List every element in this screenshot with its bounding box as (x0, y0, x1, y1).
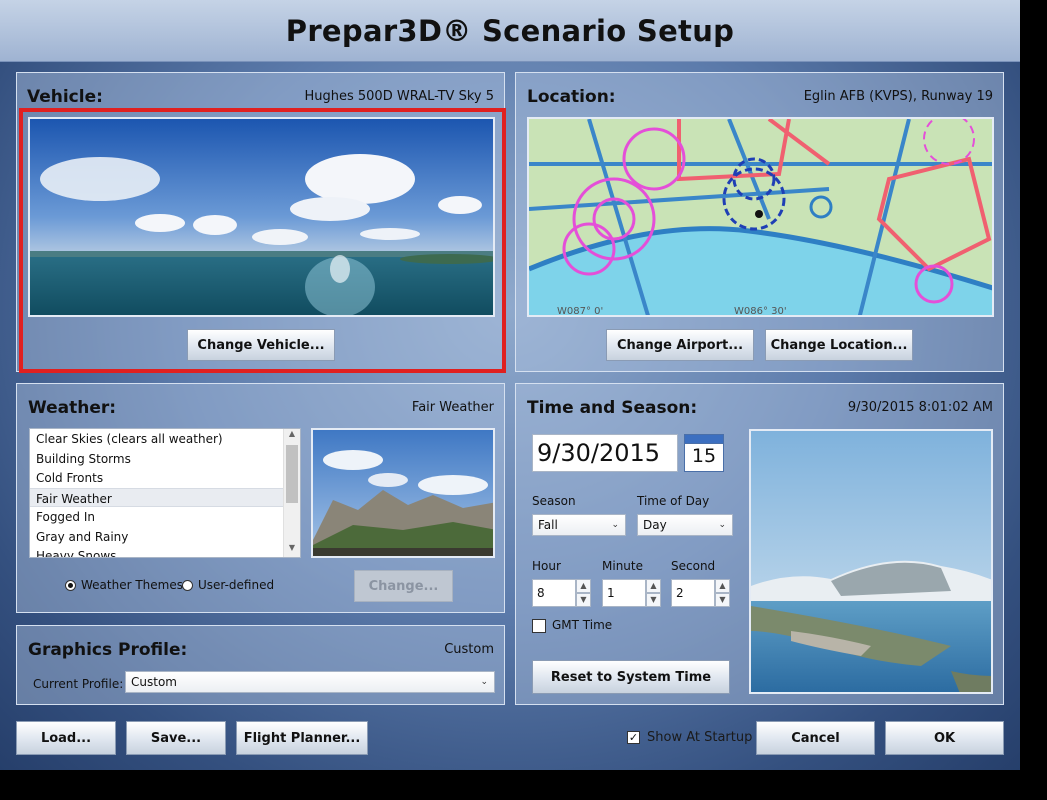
scroll-down-icon[interactable]: ▼ (284, 543, 300, 557)
date-input[interactable]: 9/30/2015 (532, 434, 678, 472)
list-item-selected[interactable]: Fair Weather (30, 487, 284, 507)
minute-down-icon[interactable]: ▼ (646, 593, 661, 607)
list-item[interactable]: Fogged In (30, 507, 284, 527)
weather-heading: Weather: (28, 398, 117, 418)
location-value: Eglin AFB (KVPS), Runway 19 (803, 89, 993, 104)
list-item[interactable]: Heavy Snows (30, 546, 284, 557)
user-defined-radio[interactable] (182, 580, 193, 591)
list-item[interactable]: Clear Skies (clears all weather) (30, 429, 284, 449)
flight-planner-button[interactable]: Flight Planner... (236, 721, 368, 755)
user-defined-label: User-defined (198, 578, 275, 592)
weather-theme-list[interactable]: Clear Skies (clears all weather) Buildin… (29, 428, 301, 558)
weather-value: Fair Weather (411, 400, 494, 415)
second-label: Second (671, 559, 716, 573)
map-label-w086: W086° 30' (734, 306, 787, 317)
season-select[interactable]: Fall ⌄ (532, 514, 626, 536)
scroll-thumb[interactable] (286, 445, 298, 503)
time-of-day-value: Day (643, 518, 667, 532)
change-vehicle-button[interactable]: Change Vehicle... (187, 329, 335, 361)
second-up-icon[interactable]: ▲ (715, 579, 730, 593)
time-of-day-select[interactable]: Day ⌄ (637, 514, 733, 536)
current-profile-select[interactable]: Custom ⌄ (125, 671, 495, 693)
chevron-down-icon: ⌄ (480, 677, 488, 687)
show-at-startup-checkbox[interactable]: ✓ (627, 731, 640, 744)
change-location-button[interactable]: Change Location... (765, 329, 913, 361)
hour-down-icon[interactable]: ▼ (576, 593, 591, 607)
minute-input[interactable]: 1 (602, 579, 646, 607)
season-value: Fall (538, 518, 558, 532)
location-heading: Location: (527, 87, 616, 107)
weather-themes-radio[interactable] (65, 580, 76, 591)
cancel-button[interactable]: Cancel (756, 721, 875, 755)
window-title: Prepar3D® Scenario Setup (285, 14, 735, 48)
weather-preview-image (311, 428, 495, 558)
time-season-panel: Time and Season: 9/30/2015 8:01:02 AM 9/… (515, 383, 1004, 705)
calendar-icon[interactable]: 15 (684, 434, 724, 472)
change-weather-button[interactable]: Change... (354, 570, 453, 602)
load-button[interactable]: Load... (16, 721, 116, 755)
time-heading: Time and Season: (527, 398, 698, 418)
vehicle-panel: Vehicle: Hughes 500D WRAL-TV Sky 5 Chang… (16, 72, 506, 373)
gmt-label: GMT Time (552, 618, 613, 632)
second-input[interactable]: 2 (671, 579, 715, 607)
ok-button[interactable]: OK (885, 721, 1004, 755)
minute-label: Minute (602, 559, 643, 573)
graphics-value: Custom (444, 642, 494, 657)
hour-input[interactable]: 8 (532, 579, 576, 607)
scroll-up-icon[interactable]: ▲ (284, 429, 300, 443)
season-label: Season (532, 494, 576, 508)
time-value: 9/30/2015 8:01:02 AM (847, 400, 993, 415)
save-button[interactable]: Save... (126, 721, 226, 755)
chevron-down-icon: ⌄ (611, 520, 619, 530)
hour-up-icon[interactable]: ▲ (576, 579, 591, 593)
list-item[interactable]: Gray and Rainy (30, 527, 284, 547)
time-of-day-label: Time of Day (637, 494, 710, 508)
gmt-checkbox[interactable] (532, 619, 546, 633)
location-map[interactable]: W087° 0' W086° 30' (527, 117, 994, 317)
minute-up-icon[interactable]: ▲ (646, 579, 661, 593)
show-at-startup-label: Show At Startup (647, 730, 753, 745)
list-scrollbar[interactable]: ▲ ▼ (283, 429, 300, 557)
calendar-day: 15 (691, 445, 717, 467)
second-down-icon[interactable]: ▼ (715, 593, 730, 607)
list-item[interactable]: Cold Fronts (30, 468, 284, 488)
chevron-down-icon: ⌄ (718, 520, 726, 530)
hour-label: Hour (532, 559, 561, 573)
weather-themes-label: Weather Themes (81, 578, 183, 592)
vehicle-value: Hughes 500D WRAL-TV Sky 5 (304, 89, 494, 104)
current-profile-label: Current Profile: (33, 677, 124, 691)
map-label-w087: W087° 0' (557, 306, 603, 317)
reset-system-time-button[interactable]: Reset to System Time (532, 660, 730, 694)
title-bar: Prepar3D® Scenario Setup (0, 0, 1020, 62)
location-panel: Location: Eglin AFB (KVPS), Runway 19 W0… (515, 72, 1004, 372)
change-airport-button[interactable]: Change Airport... (606, 329, 754, 361)
current-profile-value: Custom (131, 675, 177, 689)
graphics-panel: Graphics Profile: Custom Current Profile… (16, 625, 505, 705)
weather-panel: Weather: Fair Weather Clear Skies (clear… (16, 383, 505, 613)
vehicle-heading: Vehicle: (27, 87, 103, 107)
graphics-heading: Graphics Profile: (28, 640, 188, 660)
scenario-setup-window: Prepar3D® Scenario Setup Vehicle: Hughes… (0, 0, 1020, 770)
season-preview-image (749, 429, 993, 694)
list-item[interactable]: Building Storms (30, 449, 284, 469)
vehicle-preview-image (28, 117, 495, 317)
